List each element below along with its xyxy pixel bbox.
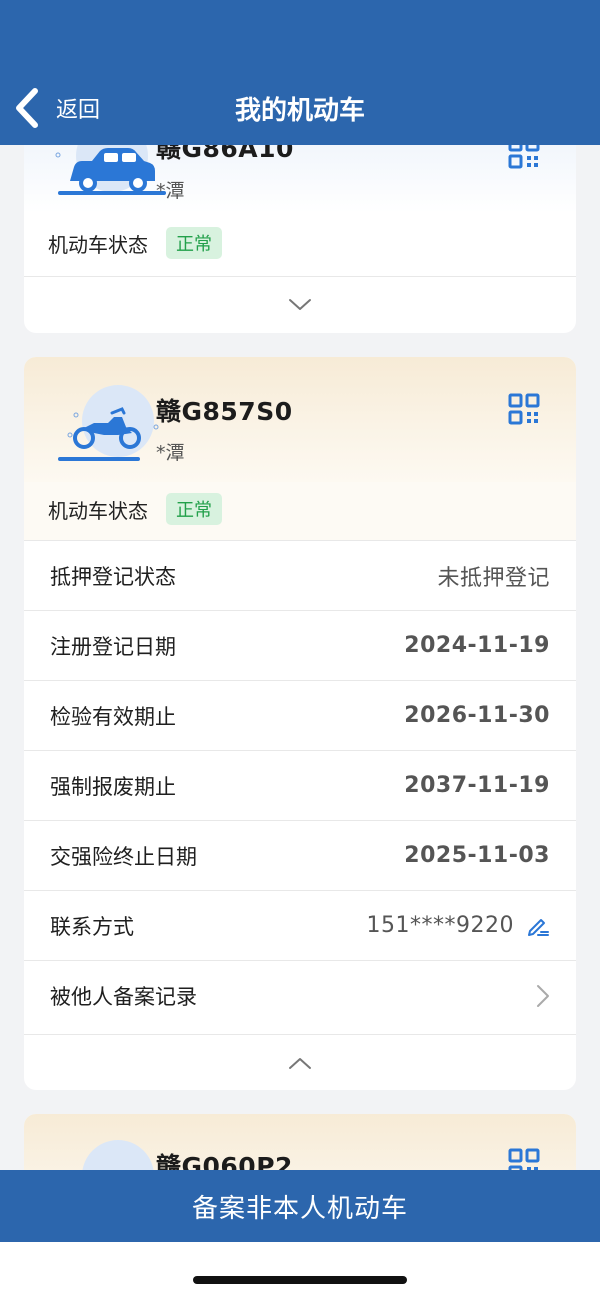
home-indicator[interactable]: [193, 1276, 407, 1284]
app-header: 返回 我的机动车: [0, 0, 600, 145]
detail-row-insurance-end-date: 交强险终止日期 2025-11-03: [24, 820, 576, 890]
vehicle-card: 赣G857S0 *潭 机动车状态 正常 抵押登记状态 未抵押登记 注册登记日期 …: [24, 357, 576, 1090]
detail-value: 2024-11-19: [404, 633, 550, 658]
qr-code-icon[interactable]: [508, 393, 540, 425]
detail-row-inspection-valid-until: 检验有效期止 2026-11-30: [24, 680, 576, 750]
detail-label: 联系方式: [50, 914, 134, 939]
detail-value: 2037-11-19: [404, 773, 550, 798]
register-non-owner-vehicle-button[interactable]: 备案非本人机动车: [0, 1170, 600, 1242]
status-label: 机动车状态: [48, 498, 148, 523]
home-bar-area: [0, 1242, 600, 1299]
status-row: 机动车状态 正常: [48, 227, 222, 259]
detail-label: 检验有效期止: [50, 704, 176, 729]
detail-value: 2026-11-30: [404, 703, 550, 728]
detail-row-filing-records[interactable]: 被他人备案记录: [24, 960, 576, 1030]
contact-value-wrap: 151****9220: [367, 913, 550, 938]
status-badge: 正常: [166, 493, 222, 525]
detail-row-mortgage-status: 抵押登记状态 未抵押登记: [24, 540, 576, 610]
detail-row-registration-date: 注册登记日期 2024-11-19: [24, 610, 576, 680]
detail-label: 注册登记日期: [50, 634, 176, 659]
contact-phone: 151****9220: [366, 913, 514, 938]
detail-label: 抵押登记状态: [50, 564, 176, 589]
owner-name: *潭: [156, 442, 185, 464]
status-badge: 正常: [166, 227, 222, 259]
detail-value: 未抵押登记: [437, 565, 550, 591]
detail-label: 交强险终止日期: [50, 844, 197, 869]
chevron-right-icon: [537, 984, 549, 1007]
detail-row-scrap-deadline: 强制报废期止 2037-11-19: [24, 750, 576, 820]
owner-name: *潭: [156, 180, 185, 202]
vehicle-card-header: 赣G857S0 *潭: [24, 357, 576, 482]
detail-label: 强制报废期止: [50, 774, 176, 799]
detail-label: 被他人备案记录: [50, 984, 197, 1009]
chevron-up-icon: [289, 1057, 311, 1069]
chevron-down-icon: [289, 298, 311, 310]
collapse-toggle[interactable]: [24, 1034, 576, 1090]
status-label: 机动车状态: [48, 232, 148, 257]
edit-icon[interactable]: [526, 914, 550, 938]
expand-toggle[interactable]: [24, 276, 576, 332]
motorcycle-icon: [58, 385, 159, 461]
plate-number: 赣G857S0: [156, 397, 293, 426]
page-title: 我的机动车: [234, 96, 365, 126]
detail-row-contact: 联系方式 151****9220: [24, 890, 576, 960]
status-row: 机动车状态 正常: [48, 493, 222, 525]
detail-value: 2025-11-03: [404, 843, 550, 868]
